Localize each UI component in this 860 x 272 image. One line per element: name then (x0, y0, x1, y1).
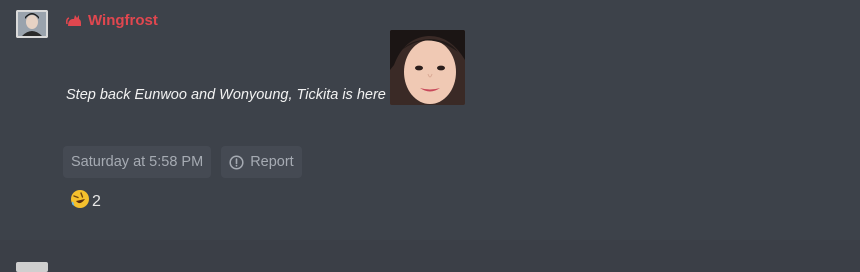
timestamp-label: Saturday at 5:58 PM (71, 154, 204, 170)
report-button[interactable]: Report (221, 146, 302, 178)
timestamp[interactable]: Saturday at 5:58 PM (63, 146, 212, 178)
message-text: Step back Eunwoo and Wonyoung, Tickita i… (66, 87, 386, 103)
user-avatar[interactable] (16, 10, 48, 38)
cat-icon (66, 12, 84, 28)
chat-message: Wingfrost Step back Eunwoo and Wonyoung,… (0, 0, 860, 240)
author-name[interactable]: Wingfrost (88, 12, 158, 29)
face-emote-image[interactable] (389, 30, 465, 105)
reaction-count: 2 (92, 192, 101, 210)
laughing-emoji-icon (70, 189, 90, 214)
next-user-avatar[interactable] (16, 262, 48, 272)
alert-circle-icon (229, 154, 244, 170)
message-meta: Saturday at 5:58 PM Report (63, 146, 302, 178)
author: Wingfrost (66, 10, 158, 30)
message-body: Step back Eunwoo and Wonyoung, Tickita i… (66, 30, 465, 105)
report-label: Report (250, 154, 294, 170)
reaction[interactable]: 2 (70, 189, 101, 214)
